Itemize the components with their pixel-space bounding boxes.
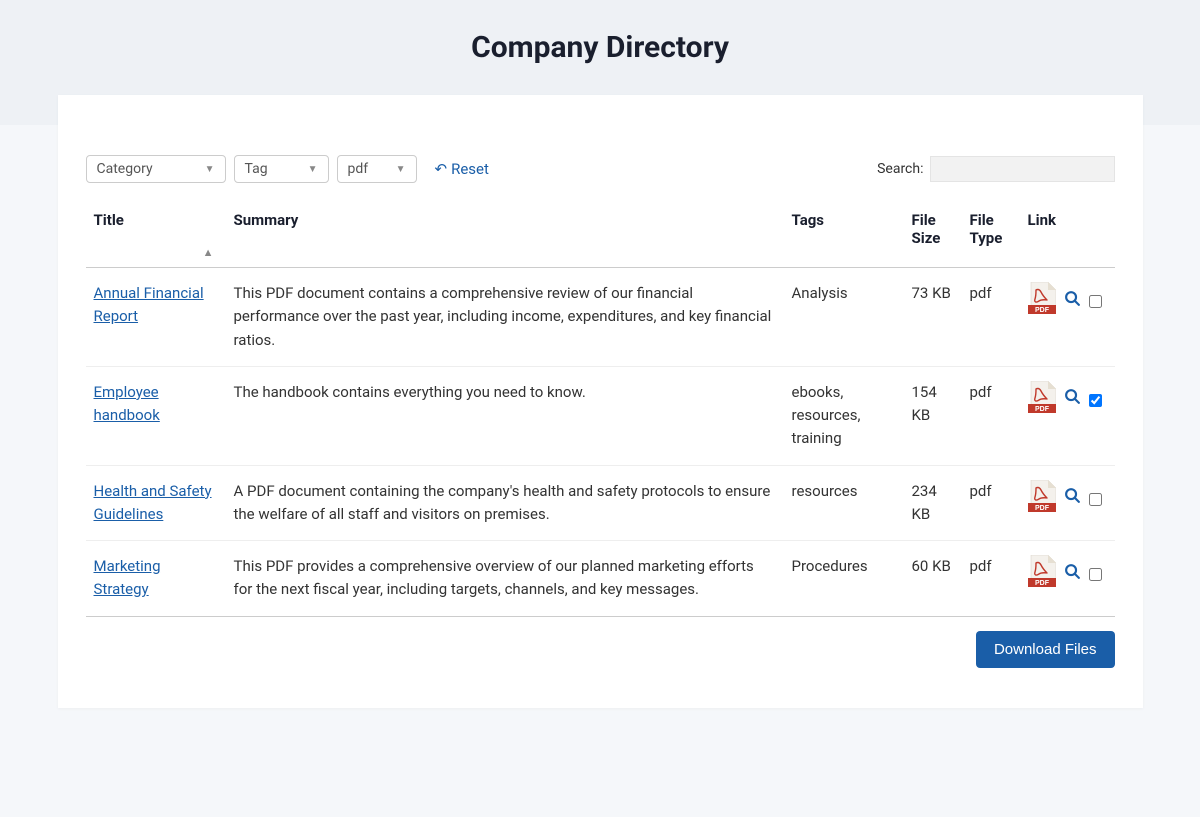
- document-summary: The handbook contains everything you nee…: [226, 366, 784, 465]
- document-type: pdf: [962, 268, 1020, 367]
- document-title-link[interactable]: Marketing Strategy: [94, 557, 161, 598]
- tag-filter[interactable]: Tag ▼: [234, 155, 329, 183]
- document-summary: This PDF provides a comprehensive overvi…: [226, 541, 784, 616]
- search-wrap: Search:: [877, 156, 1114, 182]
- table-row: Employee handbook The handbook contains …: [86, 366, 1115, 465]
- select-row-checkbox[interactable]: [1089, 568, 1102, 581]
- search-label: Search:: [877, 161, 923, 177]
- search-input[interactable]: [930, 156, 1115, 182]
- column-link[interactable]: Link: [1020, 201, 1115, 268]
- pdf-icon[interactable]: [1028, 282, 1056, 321]
- select-row-checkbox[interactable]: [1089, 493, 1102, 506]
- preview-icon[interactable]: [1064, 386, 1081, 414]
- column-tags[interactable]: Tags: [784, 201, 904, 268]
- chevron-down-icon: ▼: [396, 164, 406, 175]
- category-filter-label: Category: [97, 161, 153, 177]
- document-summary: This PDF document contains a comprehensi…: [226, 268, 784, 367]
- pdf-icon[interactable]: [1028, 480, 1056, 519]
- documents-table: Title ▲ Summary Tags File Size File Type…: [86, 201, 1115, 616]
- column-title[interactable]: Title ▲: [86, 201, 226, 268]
- filetype-filter-value: pdf: [348, 161, 369, 177]
- column-summary[interactable]: Summary: [226, 201, 784, 268]
- chevron-down-icon: ▼: [205, 164, 215, 175]
- document-size: 60 KB: [904, 541, 962, 616]
- document-tags: Analysis: [784, 268, 904, 367]
- document-size: 234 KB: [904, 465, 962, 541]
- document-size: 154 KB: [904, 366, 962, 465]
- column-size[interactable]: File Size: [904, 201, 962, 268]
- document-type: pdf: [962, 541, 1020, 616]
- document-tags: resources: [784, 465, 904, 541]
- chevron-down-icon: ▼: [308, 164, 318, 175]
- preview-icon[interactable]: [1064, 485, 1081, 513]
- document-tags: ebooks, resources, training: [784, 366, 904, 465]
- category-filter[interactable]: Category ▼: [86, 155, 226, 183]
- document-summary: A PDF document containing the company's …: [226, 465, 784, 541]
- filetype-filter[interactable]: pdf ▼: [337, 155, 417, 183]
- undo-icon: ↶: [435, 160, 448, 178]
- reset-button[interactable]: ↶ Reset: [435, 160, 489, 178]
- tag-filter-label: Tag: [245, 161, 268, 177]
- document-tags: Procedures: [784, 541, 904, 616]
- select-row-checkbox[interactable]: [1089, 295, 1102, 308]
- document-size: 73 KB: [904, 268, 962, 367]
- document-title-link[interactable]: Health and Safety Guidelines: [94, 482, 212, 523]
- download-files-button[interactable]: Download Files: [976, 631, 1115, 668]
- select-row-checkbox[interactable]: [1089, 394, 1102, 407]
- reset-label: Reset: [451, 160, 489, 178]
- column-type[interactable]: File Type: [962, 201, 1020, 268]
- document-title-link[interactable]: Employee handbook: [94, 383, 160, 424]
- pdf-icon[interactable]: [1028, 381, 1056, 420]
- table-row: Health and Safety Guidelines A PDF docum…: [86, 465, 1115, 541]
- table-row: Marketing Strategy This PDF provides a c…: [86, 541, 1115, 616]
- page-title: Company Directory: [0, 30, 1200, 65]
- table-header-row: Title ▲ Summary Tags File Size File Type…: [86, 201, 1115, 268]
- sort-asc-icon: ▲: [203, 246, 214, 259]
- table-footer: Download Files: [86, 616, 1115, 668]
- table-row: Annual Financial Report This PDF documen…: [86, 268, 1115, 367]
- document-title-link[interactable]: Annual Financial Report: [94, 284, 204, 325]
- document-type: pdf: [962, 366, 1020, 465]
- preview-icon[interactable]: [1064, 561, 1081, 589]
- pdf-icon[interactable]: [1028, 555, 1056, 594]
- directory-panel: Category ▼ Tag ▼ pdf ▼ ↶ Reset Search: T…: [58, 95, 1143, 708]
- document-type: pdf: [962, 465, 1020, 541]
- filter-bar: Category ▼ Tag ▼ pdf ▼ ↶ Reset Search:: [86, 155, 1115, 183]
- preview-icon[interactable]: [1064, 288, 1081, 316]
